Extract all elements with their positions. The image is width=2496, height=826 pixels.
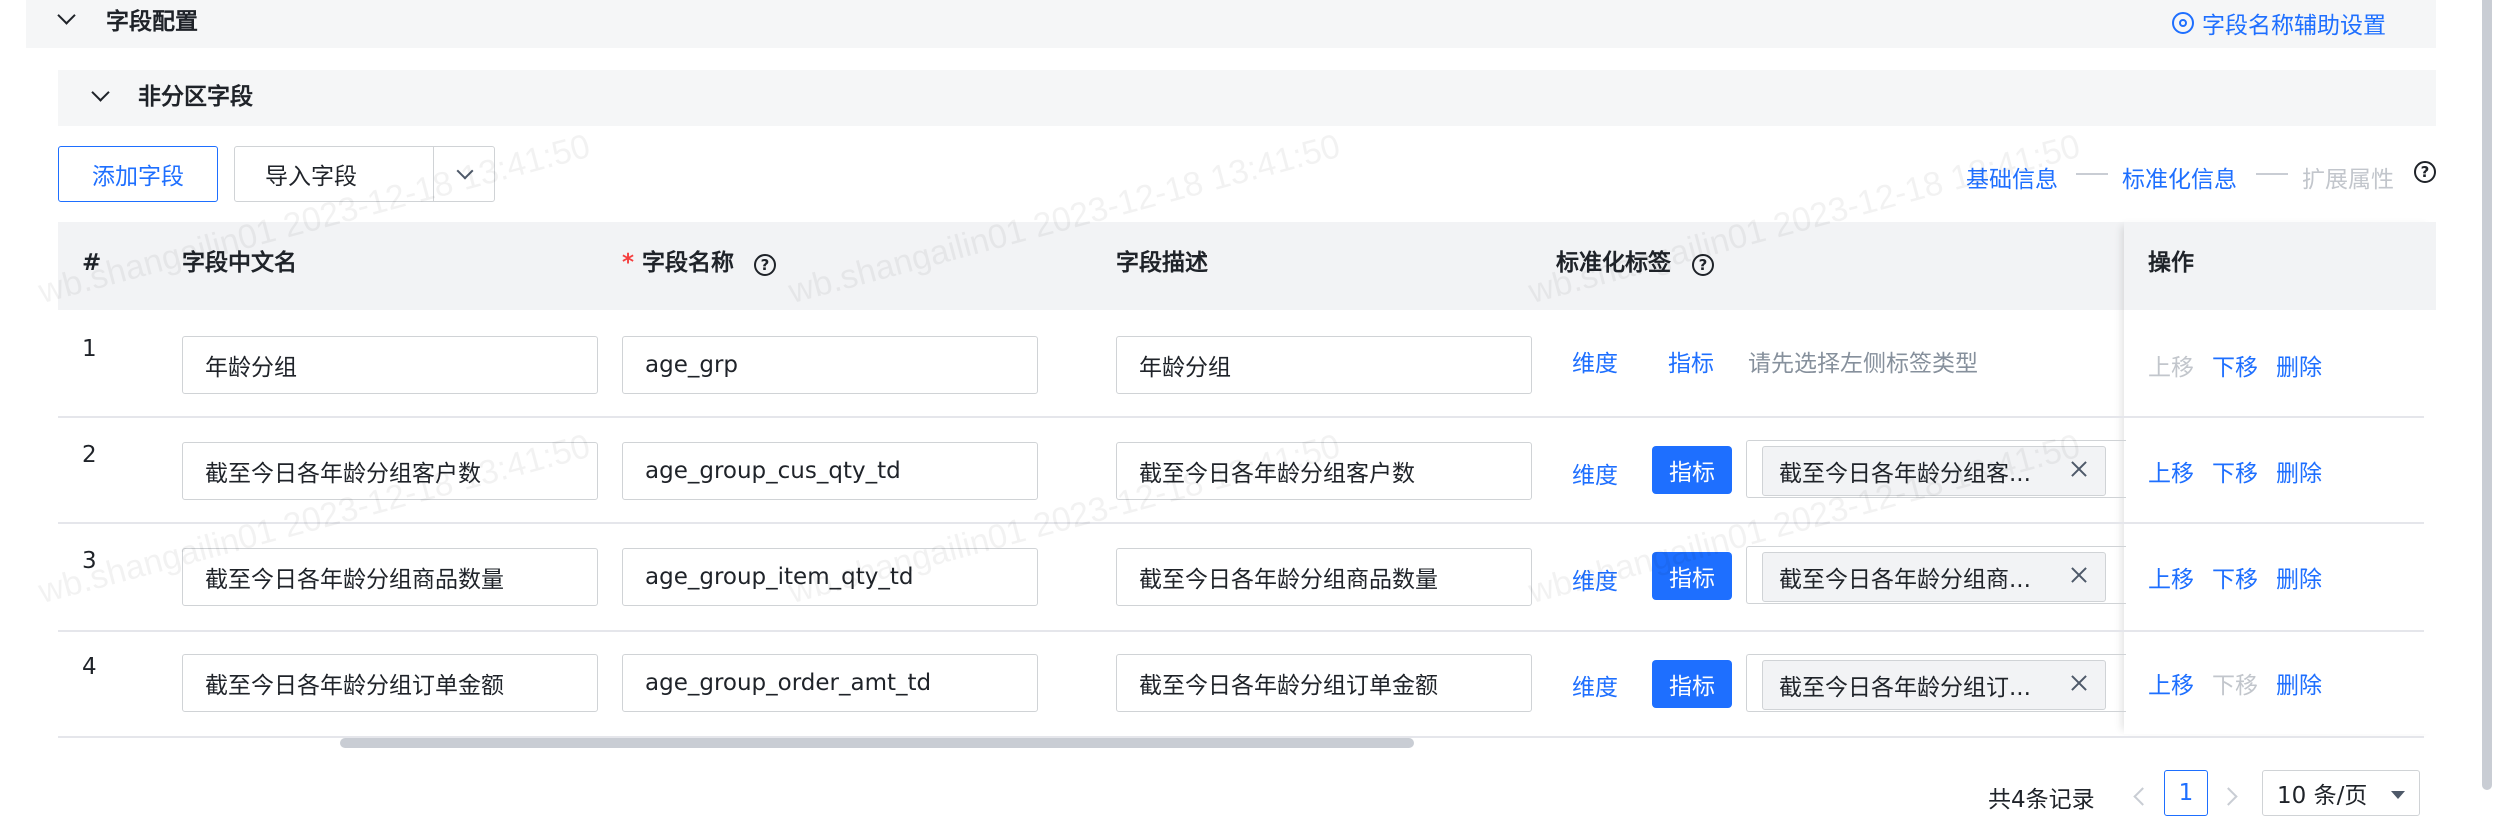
step-extended-attrs[interactable]: 扩展属性 (2302, 160, 2394, 194)
step-divider (2256, 173, 2288, 175)
row-index: 4 (82, 654, 97, 680)
chevron-down-icon[interactable] (58, 10, 74, 26)
col-field-name-header: 字段名称 (642, 250, 734, 276)
row-index: 3 (82, 548, 97, 574)
total-records: 共4条记录 (1988, 787, 2095, 813)
move-up-button[interactable]: 上移 (2148, 560, 2194, 594)
col-desc-header: 字段描述 (1116, 250, 1208, 276)
tag-field-frame (1746, 440, 2126, 498)
cn-name-input[interactable]: 截至今日各年龄分组客户数 (182, 442, 598, 500)
non-partition-header[interactable]: 非分区字段 (58, 70, 2436, 126)
dimension-tag-button[interactable]: 维度 (1572, 668, 1618, 702)
row-divider (58, 630, 2424, 632)
field-name-input[interactable]: age_group_item_qty_td (622, 548, 1038, 606)
field-name-input[interactable]: age_group_cus_qty_td (622, 442, 1038, 500)
chevron-down-icon (456, 162, 474, 181)
delete-button[interactable]: 删除 (2276, 666, 2322, 700)
tag-field-frame (1746, 546, 2126, 604)
col-cn-name-header: 字段中文名 (182, 250, 297, 276)
dimension-tag-button[interactable]: 维度 (1572, 344, 1618, 378)
non-partition-title: 非分区字段 (138, 84, 253, 110)
chevron-left-icon (2133, 787, 2152, 806)
page-scrollbar[interactable] (2482, 0, 2492, 790)
next-page-button[interactable] (2219, 784, 2242, 808)
help-icon[interactable]: ? (1692, 254, 1714, 276)
import-options-dropdown[interactable] (433, 146, 495, 202)
import-field-label: 导入字段 (265, 164, 357, 190)
gear-icon (2172, 12, 2194, 34)
field-name-assist-link[interactable]: 字段名称辅助设置 (2172, 9, 2386, 39)
delete-button[interactable]: 删除 (2276, 348, 2322, 382)
cn-name-input[interactable]: 截至今日各年龄分组订单金额 (182, 654, 598, 712)
field-config-header[interactable]: 字段配置 (26, 0, 2436, 48)
move-up-button[interactable]: 上移 (2148, 348, 2194, 382)
row-index: 1 (82, 336, 97, 362)
metric-tag-button-active[interactable]: 指标 (1652, 552, 1732, 600)
horizontal-scrollbar[interactable] (340, 738, 1414, 748)
field-name-input[interactable]: age_grp (622, 336, 1038, 394)
metric-tag-button-active[interactable]: 指标 (1652, 446, 1732, 494)
col-index-header: # (82, 250, 102, 276)
move-up-button[interactable]: 上移 (2148, 454, 2194, 488)
cn-name-input[interactable]: 年龄分组 (182, 336, 598, 394)
col-actions-header: 操作 (2148, 250, 2194, 276)
help-icon[interactable]: ? (2414, 161, 2436, 183)
row-divider (58, 416, 2424, 418)
caret-down-icon (2391, 791, 2405, 799)
move-down-button[interactable]: 下移 (2212, 666, 2258, 700)
row-index: 2 (82, 442, 97, 468)
prev-page-button[interactable] (2130, 784, 2152, 808)
tag-hint: 请先选择左侧标签类型 (1748, 351, 1978, 377)
chevron-down-icon[interactable] (92, 87, 108, 103)
dimension-tag-button[interactable]: 维度 (1572, 562, 1618, 596)
page-1-button[interactable]: 1 (2164, 770, 2208, 816)
chevron-right-icon (2219, 787, 2238, 806)
move-up-button[interactable]: 上移 (2148, 666, 2194, 700)
page-size-value: 10 条/页 (2277, 783, 2368, 809)
move-down-button[interactable]: 下移 (2212, 560, 2258, 594)
dimension-tag-button[interactable]: 维度 (1572, 456, 1618, 490)
desc-input[interactable]: 截至今日各年龄分组订单金额 (1116, 654, 1532, 712)
table-header (58, 222, 2436, 310)
metric-tag-button-active[interactable]: 指标 (1652, 660, 1732, 708)
desc-input[interactable]: 截至今日各年龄分组商品数量 (1116, 548, 1532, 606)
required-mark: * (622, 250, 635, 276)
step-divider (2076, 173, 2108, 175)
step-standard-info[interactable]: 标准化信息 (2122, 160, 2237, 194)
move-down-button[interactable]: 下移 (2212, 348, 2258, 382)
delete-button[interactable]: 删除 (2276, 560, 2322, 594)
metric-tag-button[interactable]: 指标 (1668, 344, 1714, 378)
page-size-select[interactable]: 10 条/页 (2262, 770, 2420, 816)
delete-button[interactable]: 删除 (2276, 454, 2322, 488)
help-icon[interactable]: ? (754, 254, 776, 276)
desc-input[interactable]: 年龄分组 (1116, 336, 1532, 394)
row-divider (58, 522, 2424, 524)
import-field-button[interactable]: 导入字段 (234, 146, 434, 202)
assist-link-label: 字段名称辅助设置 (2202, 13, 2386, 39)
tag-field-frame (1746, 654, 2126, 712)
field-name-input[interactable]: age_group_order_amt_td (622, 654, 1038, 712)
cn-name-input[interactable]: 截至今日各年龄分组商品数量 (182, 548, 598, 606)
move-down-button[interactable]: 下移 (2212, 454, 2258, 488)
step-basic-info[interactable]: 基础信息 (1966, 160, 2058, 194)
col-tags-header: 标准化标签 (1556, 250, 1671, 276)
field-config-title: 字段配置 (106, 9, 198, 35)
add-field-button[interactable]: 添加字段 (58, 146, 218, 202)
desc-input[interactable]: 截至今日各年龄分组客户数 (1116, 442, 1532, 500)
